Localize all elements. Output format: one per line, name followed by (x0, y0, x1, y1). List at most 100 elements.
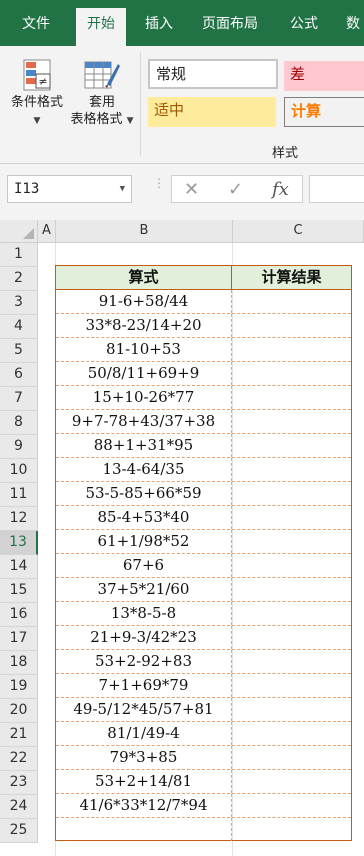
expression-cell[interactable]: 13-4-64/35 (56, 458, 232, 481)
expression-cell[interactable]: 9+7-78+43/37+38 (56, 410, 232, 433)
row-header[interactable]: 6 (0, 363, 38, 387)
row-header[interactable]: 16 (0, 603, 38, 627)
result-cell[interactable] (232, 338, 351, 361)
expression-cell[interactable]: 79*3+85 (56, 746, 232, 769)
tab-home[interactable]: 开始 (76, 8, 126, 46)
tab-data[interactable]: 数 (346, 14, 360, 34)
tab-insert[interactable]: 插入 (145, 14, 173, 34)
result-cell[interactable] (232, 362, 351, 385)
conditional-format-button[interactable]: ≠ 条件格式 ▼ (4, 58, 70, 130)
name-box[interactable]: I13 ▼ (7, 175, 132, 203)
row-header[interactable]: 7 (0, 387, 38, 411)
result-cell[interactable] (232, 506, 351, 529)
row-header[interactable]: 21 (0, 723, 38, 747)
ribbon-divider (140, 52, 141, 156)
formula-input[interactable] (309, 175, 364, 203)
format-as-table-button[interactable]: 套用 表格格式 ▼ (70, 58, 134, 130)
row-header[interactable]: 25 (0, 819, 38, 843)
styles-group-label: 样式 (272, 146, 299, 161)
row-header[interactable]: 2 (0, 267, 38, 291)
result-cell[interactable] (232, 794, 351, 817)
tab-formulas[interactable]: 公式 (290, 14, 318, 34)
row-header[interactable]: 24 (0, 795, 38, 819)
row-header[interactable]: 15 (0, 579, 38, 603)
expression-cell[interactable]: 88+1+31*95 (56, 434, 232, 457)
expression-cell[interactable]: 33*8-23/14+20 (56, 314, 232, 337)
column-header-a[interactable]: A (38, 220, 56, 243)
expression-cell[interactable]: 91-6+58/44 (56, 290, 232, 313)
column-header-b[interactable]: B (56, 220, 233, 243)
expression-cell[interactable]: 53+2-92+83 (56, 650, 232, 673)
row-header[interactable]: 18 (0, 651, 38, 675)
row-header[interactable]: 5 (0, 339, 38, 363)
result-cell[interactable] (232, 698, 351, 721)
row-header[interactable]: 23 (0, 771, 38, 795)
row-header[interactable]: 20 (0, 699, 38, 723)
expression-cell[interactable]: 37+5*21/60 (56, 578, 232, 601)
cell-style-normal[interactable]: 常规 (148, 59, 278, 89)
row-header[interactable]: 1 (0, 243, 38, 267)
row-header[interactable]: 4 (0, 315, 38, 339)
expression-cell[interactable]: 50/8/11+69+9 (56, 362, 232, 385)
header-expression[interactable]: 算式 (56, 266, 232, 289)
cell-style-bad[interactable]: 差 (284, 61, 364, 91)
result-cell[interactable] (232, 410, 351, 433)
expression-cell[interactable]: 49-5/12*45/57+81 (56, 698, 232, 721)
expression-cell[interactable]: 41/6*33*12/7*94 (56, 794, 232, 817)
cell-style-neutral[interactable]: 适中 (148, 97, 276, 127)
row-header[interactable]: 11 (0, 483, 38, 507)
result-cell[interactable] (232, 530, 351, 553)
result-cell[interactable] (232, 458, 351, 481)
result-cell[interactable] (232, 770, 351, 793)
cancel-icon[interactable]: ✕ (184, 177, 199, 203)
tab-page-layout[interactable]: 页面布局 (202, 14, 258, 34)
result-cell[interactable] (232, 722, 351, 745)
tab-file[interactable]: 文件 (22, 14, 50, 34)
row-header[interactable]: 14 (0, 555, 38, 579)
expression-cell[interactable]: 15+10-26*77 (56, 386, 232, 409)
insert-function-icon[interactable]: fx (272, 177, 289, 203)
cell-style-calculation[interactable]: 计算 (284, 97, 364, 127)
result-cell[interactable] (232, 290, 351, 313)
result-cell[interactable] (232, 578, 351, 601)
header-result[interactable]: 计算结果 (232, 266, 351, 289)
row-header[interactable]: 12 (0, 507, 38, 531)
row-header[interactable]: 13 (0, 531, 38, 555)
expression-cell[interactable]: 21+9-3/42*23 (56, 626, 232, 649)
expression-cell[interactable]: 67+6 (56, 554, 232, 577)
row-header[interactable]: 8 (0, 411, 38, 435)
result-cell[interactable] (232, 650, 351, 673)
expression-cell[interactable]: 81/1/49-4 (56, 722, 232, 745)
worksheet-grid[interactable]: A B C 1 2 3 4 5 6 7 8 9 10 11 12 13 14 15 16 17 18 19 20 21 2… (0, 220, 364, 856)
expression-cell[interactable]: 53-5-85+66*59 (56, 482, 232, 505)
select-all-corner[interactable] (0, 220, 38, 243)
result-cell[interactable] (232, 746, 351, 769)
row-header[interactable]: 17 (0, 627, 38, 651)
expression-cell[interactable]: 85-4+53*40 (56, 506, 232, 529)
result-cell[interactable] (232, 818, 351, 841)
expression-cell[interactable]: 53+2+14/81 (56, 770, 232, 793)
result-cell[interactable] (232, 482, 351, 505)
expression-cell[interactable] (56, 818, 232, 841)
result-cell[interactable] (232, 602, 351, 625)
row-header[interactable]: 19 (0, 675, 38, 699)
result-cell[interactable] (232, 386, 351, 409)
column-header-c[interactable]: C (233, 220, 364, 243)
table-row: 13*8-5-8 (56, 602, 351, 626)
row-header[interactable]: 3 (0, 291, 38, 315)
row-header[interactable]: 9 (0, 435, 38, 459)
expression-cell[interactable]: 7+1+69*79 (56, 674, 232, 697)
row-header[interactable]: 22 (0, 747, 38, 771)
row-header[interactable]: 10 (0, 459, 38, 483)
splitter-handle[interactable]: ⋮ (153, 177, 165, 189)
expression-cell[interactable]: 61+1/98*52 (56, 530, 232, 553)
result-cell[interactable] (232, 626, 351, 649)
expression-cell[interactable]: 13*8-5-8 (56, 602, 232, 625)
format-as-table-label-1: 套用 (88, 95, 115, 110)
result-cell[interactable] (232, 434, 351, 457)
result-cell[interactable] (232, 674, 351, 697)
result-cell[interactable] (232, 554, 351, 577)
result-cell[interactable] (232, 314, 351, 337)
expression-cell[interactable]: 81-10+53 (56, 338, 232, 361)
enter-icon[interactable]: ✓ (228, 177, 243, 203)
